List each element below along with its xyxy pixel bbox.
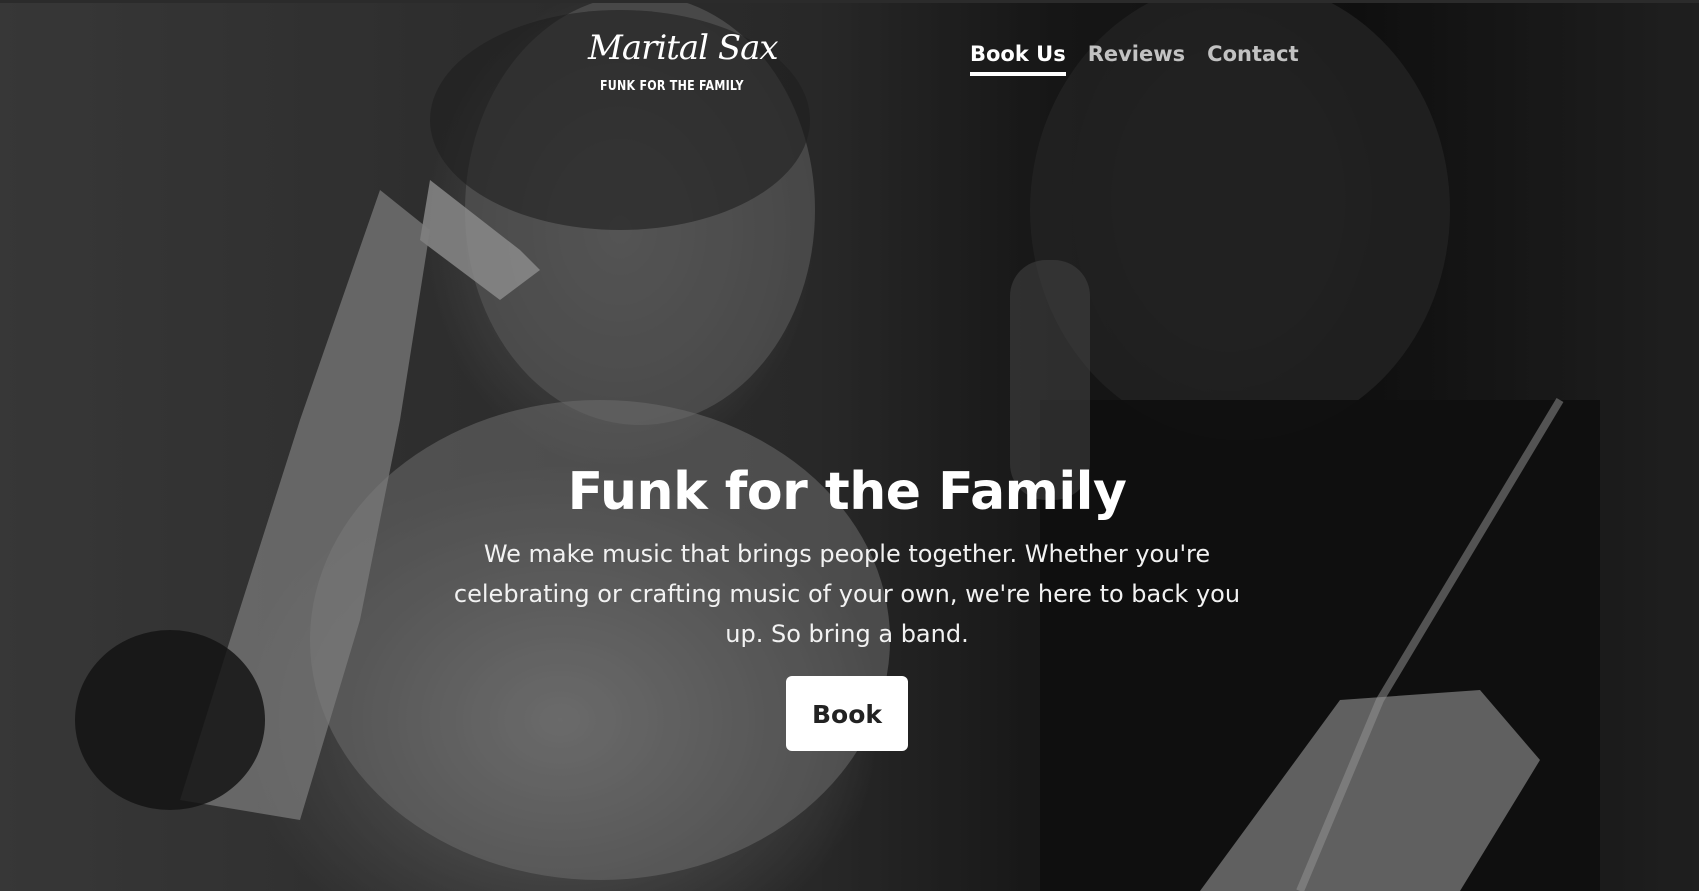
brand-logo[interactable]: Marital Sax FUNK FOR THE FAMILY [588,28,779,100]
hero-background-photo [0,0,1699,891]
nav-link-book-us[interactable]: Book Us [970,42,1066,76]
hero-title: Funk for the Family [567,462,1127,522]
main-nav: Book Us Reviews Contact [970,42,1299,76]
window-top-border [0,0,1699,3]
hero-content: Funk for the Family We make music that b… [397,462,1297,751]
logo-script-text: Marital Sax [588,28,779,68]
page: Marital Sax FUNK FOR THE FAMILY Book Us … [0,0,1699,891]
nav-link-contact[interactable]: Contact [1207,42,1299,76]
logo-tagline: FUNK FOR THE FAMILY [600,79,744,94]
book-button[interactable]: Book [786,676,908,751]
hero-description: We make music that brings people togethe… [453,540,1241,648]
hero-darken-overlay [0,0,1699,891]
nav-link-reviews[interactable]: Reviews [1088,42,1185,76]
